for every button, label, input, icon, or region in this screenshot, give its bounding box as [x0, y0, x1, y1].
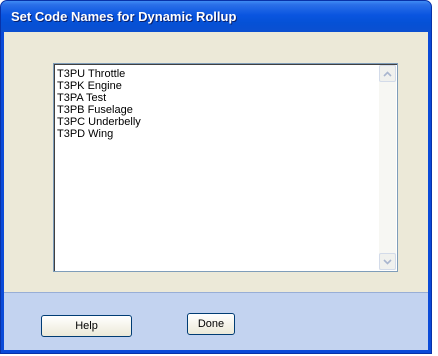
- button-bar: Help Done: [4, 292, 428, 350]
- list-item[interactable]: T3PB Fuselage: [56, 104, 375, 116]
- list-item[interactable]: T3PC Underbelly: [56, 116, 375, 128]
- code-names-listbox[interactable]: T3PU Throttle T3PK Engine T3PA Test T3PB…: [53, 63, 398, 272]
- dialog-window: Set Code Names for Dynamic Rollup T3PU T…: [0, 0, 432, 354]
- list-item[interactable]: T3PA Test: [56, 92, 375, 104]
- dialog-title: Set Code Names for Dynamic Rollup: [11, 9, 237, 24]
- chevron-up-icon: [383, 70, 392, 77]
- list-item[interactable]: T3PD Wing: [56, 128, 375, 140]
- help-button[interactable]: Help: [41, 315, 132, 337]
- vertical-scrollbar[interactable]: [379, 65, 396, 270]
- title-bar[interactable]: Set Code Names for Dynamic Rollup: [1, 1, 431, 32]
- scroll-up-button[interactable]: [379, 65, 396, 82]
- done-button[interactable]: Done: [187, 313, 235, 335]
- chevron-down-icon: [383, 258, 392, 265]
- list-item[interactable]: T3PK Engine: [56, 80, 375, 92]
- list-item[interactable]: T3PU Throttle: [56, 68, 375, 80]
- list-items: T3PU Throttle T3PK Engine T3PA Test T3PB…: [56, 68, 375, 269]
- scroll-down-button[interactable]: [379, 253, 396, 270]
